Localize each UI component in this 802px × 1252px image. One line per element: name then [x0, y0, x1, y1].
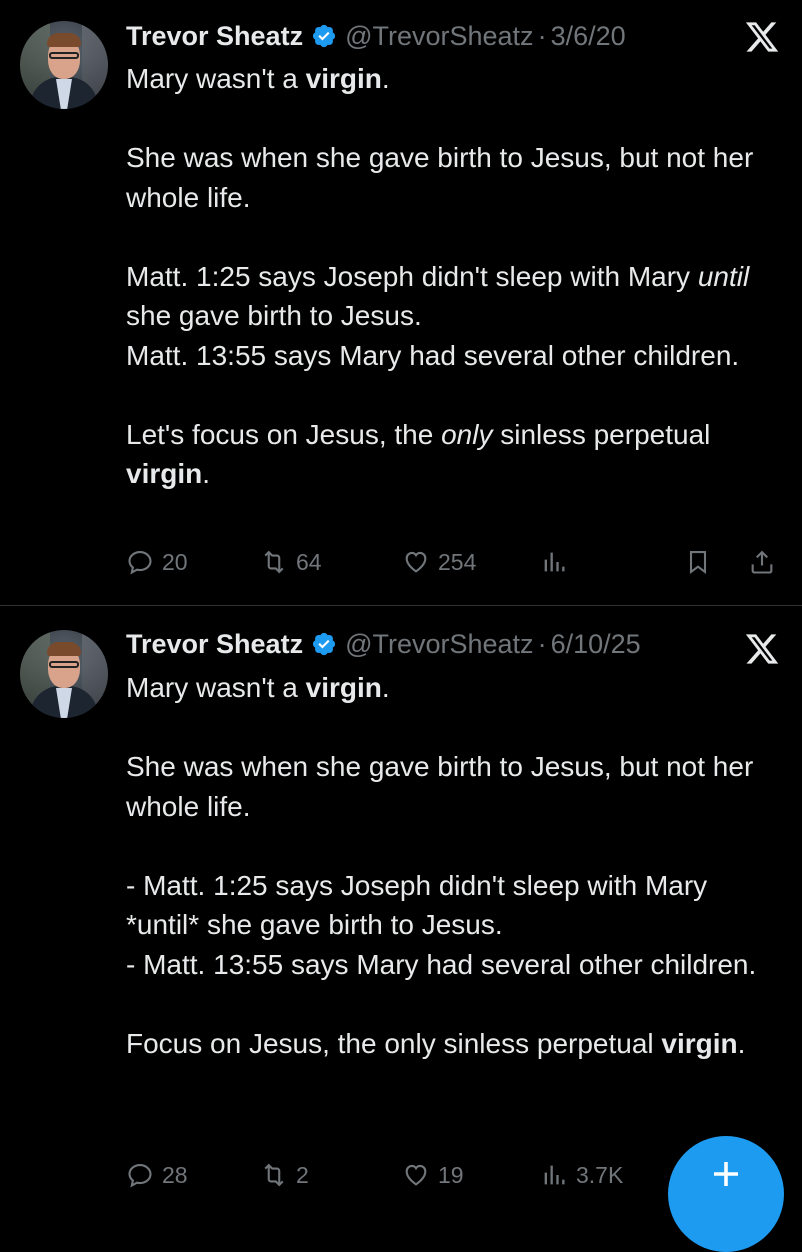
verified-badge-icon	[312, 632, 336, 656]
tweet-date[interactable]: 6/10/25	[551, 629, 641, 660]
tweet-line-5: Let's focus on Jesus, the only sinless p…	[126, 418, 711, 490]
retweet-button[interactable]: 64	[260, 542, 322, 582]
compose-button[interactable]	[668, 1136, 784, 1252]
reply-icon	[128, 551, 152, 575]
avatar[interactable]	[20, 630, 108, 718]
like-button[interactable]: 254	[402, 542, 476, 582]
heart-icon	[405, 1164, 427, 1186]
like-button[interactable]: 19	[402, 1155, 464, 1195]
retweet-count: 64	[296, 548, 322, 575]
like-count: 19	[438, 1161, 464, 1188]
avatar[interactable]	[20, 21, 108, 109]
views-button[interactable]: 3.7K	[540, 1155, 623, 1195]
share-icon	[751, 550, 773, 574]
action-bar: 20 64 254	[0, 542, 802, 582]
author-handle[interactable]: @TrevorSheatz	[345, 629, 533, 660]
tweet-line-4: Matt. 13:55 says Mary had several other …	[126, 339, 740, 371]
tweet-line-1: Mary wasn't a virgin.	[126, 672, 390, 703]
tweet-line-2: She was when she gave birth to Jesus, bu…	[126, 751, 754, 822]
retweet-count: 2	[296, 1161, 309, 1188]
tweet-header: Trevor Sheatz @TrevorSheatz · 6/10/25	[126, 626, 641, 662]
reply-button[interactable]: 20	[126, 542, 188, 582]
retweet-icon	[264, 550, 284, 574]
verified-badge-icon	[312, 24, 336, 48]
plus-icon	[714, 1162, 738, 1186]
retweet-icon	[264, 1163, 284, 1187]
author-name[interactable]: Trevor Sheatz	[126, 629, 303, 660]
views-icon	[544, 552, 565, 572]
retweet-button[interactable]: 2	[260, 1155, 309, 1195]
views-icon	[544, 1165, 565, 1185]
tweet-line-2: She was when she gave birth to Jesus, bu…	[126, 142, 754, 213]
tweet-line-5: Focus on Jesus, the only sinless perpetu…	[126, 1027, 746, 1059]
share-button[interactable]	[748, 542, 784, 582]
reply-count: 28	[162, 1161, 188, 1188]
reply-icon	[128, 1164, 152, 1188]
separator-dot: ·	[537, 628, 547, 659]
author-handle[interactable]: @TrevorSheatz	[345, 21, 533, 52]
views-count: 3.7K	[576, 1161, 624, 1188]
like-count: 254	[438, 548, 477, 575]
tweet-text: Mary wasn't a virgin. She was when she g…	[126, 668, 776, 1063]
tweet-1[interactable]: Trevor Sheatz @TrevorSheatz · 3/6/20 Mar…	[0, 0, 802, 606]
x-logo-icon	[745, 634, 779, 664]
tweet-line-4: - Matt. 13:55 says Mary had several othe…	[126, 948, 757, 980]
x-logo-icon	[745, 22, 779, 52]
heart-icon	[405, 551, 427, 573]
bookmark-icon	[689, 551, 707, 575]
tweet-line-3: - Matt. 1:25 says Joseph didn't sleep wi…	[126, 869, 708, 941]
reply-button[interactable]: 28	[126, 1155, 188, 1195]
author-name[interactable]: Trevor Sheatz	[126, 21, 303, 52]
reply-count: 20	[162, 548, 188, 575]
tweet-line-3: Matt. 1:25 says Joseph didn't sleep with…	[126, 260, 750, 332]
tweet-header: Trevor Sheatz @TrevorSheatz · 3/6/20	[126, 18, 626, 54]
tweet-text: Mary wasn't a virgin. She was when she g…	[126, 59, 776, 494]
tweet-2[interactable]: Trevor Sheatz @TrevorSheatz · 6/10/25 Ma…	[0, 606, 802, 1199]
bookmark-button[interactable]	[684, 542, 720, 582]
tweet-date[interactable]: 3/6/20	[551, 21, 626, 52]
views-button[interactable]	[540, 542, 576, 582]
separator-dot: ·	[537, 20, 547, 51]
tweet-line-1: Mary wasn't a virgin.	[126, 63, 390, 94]
